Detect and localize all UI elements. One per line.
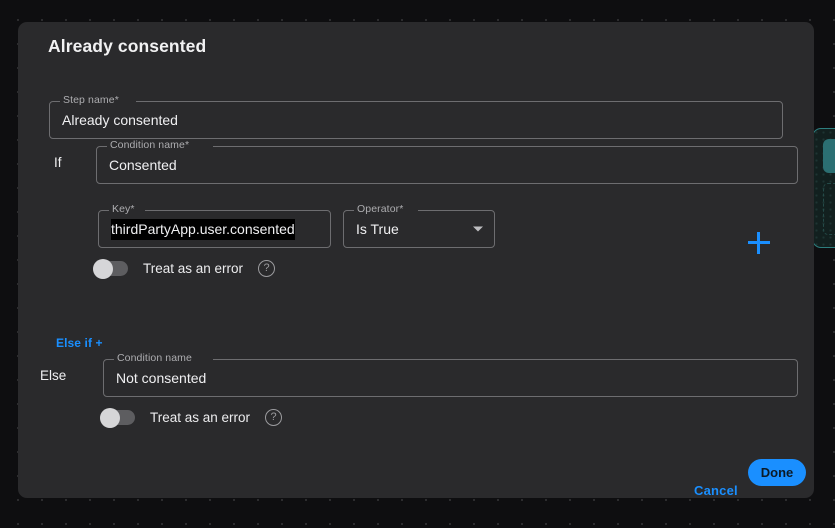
plus-icon[interactable] xyxy=(746,230,772,256)
background-node-body xyxy=(823,183,835,235)
chevron-down-icon[interactable] xyxy=(473,226,483,232)
condition-step-dialog: Already consented Step name* Already con… xyxy=(18,22,814,498)
else-condition-name-value: Not consented xyxy=(116,370,207,386)
background-node-icon xyxy=(823,139,835,173)
operator-value: Is True xyxy=(356,221,399,237)
if-treat-as-error-toggle[interactable] xyxy=(93,258,128,279)
key-label: Key* xyxy=(112,203,135,215)
step-name-field[interactable]: Step name* Already consented xyxy=(49,94,783,139)
page-title: Already consented xyxy=(48,36,207,56)
key-value: thirdPartyApp.user.consented xyxy=(111,219,295,240)
done-button[interactable]: Done xyxy=(748,459,806,486)
step-name-value: Already consented xyxy=(62,112,178,128)
else-if-add-link[interactable]: Else if + xyxy=(56,336,103,350)
question-mark-icon[interactable]: ? xyxy=(265,409,283,426)
if-treat-as-error-row: Treat as an error ? xyxy=(93,258,276,279)
key-field[interactable]: Key* thirdPartyApp.user.consented xyxy=(98,203,331,248)
question-mark-icon[interactable]: ? xyxy=(258,260,276,277)
if-treat-as-error-label: Treat as an error xyxy=(143,261,244,276)
else-treat-as-error-toggle[interactable] xyxy=(100,407,135,428)
toggle-knob xyxy=(93,258,113,279)
else-condition-name-field[interactable]: Condition name Not consented xyxy=(103,352,798,397)
if-branch-label: If xyxy=(54,155,62,170)
cancel-button[interactable]: Cancel xyxy=(694,483,738,498)
field-outline xyxy=(96,146,798,184)
background-workflow-node[interactable] xyxy=(812,128,835,248)
operator-select[interactable]: Operator* Is True xyxy=(343,203,495,248)
else-treat-as-error-row: Treat as an error ? xyxy=(100,407,283,428)
if-condition-name-value: Consented xyxy=(109,157,177,173)
else-treat-as-error-label: Treat as an error xyxy=(150,410,251,425)
if-condition-name-field[interactable]: Condition name* Consented xyxy=(96,139,798,184)
toggle-knob xyxy=(100,407,120,428)
field-outline xyxy=(103,359,798,397)
else-branch-label: Else xyxy=(40,368,67,383)
